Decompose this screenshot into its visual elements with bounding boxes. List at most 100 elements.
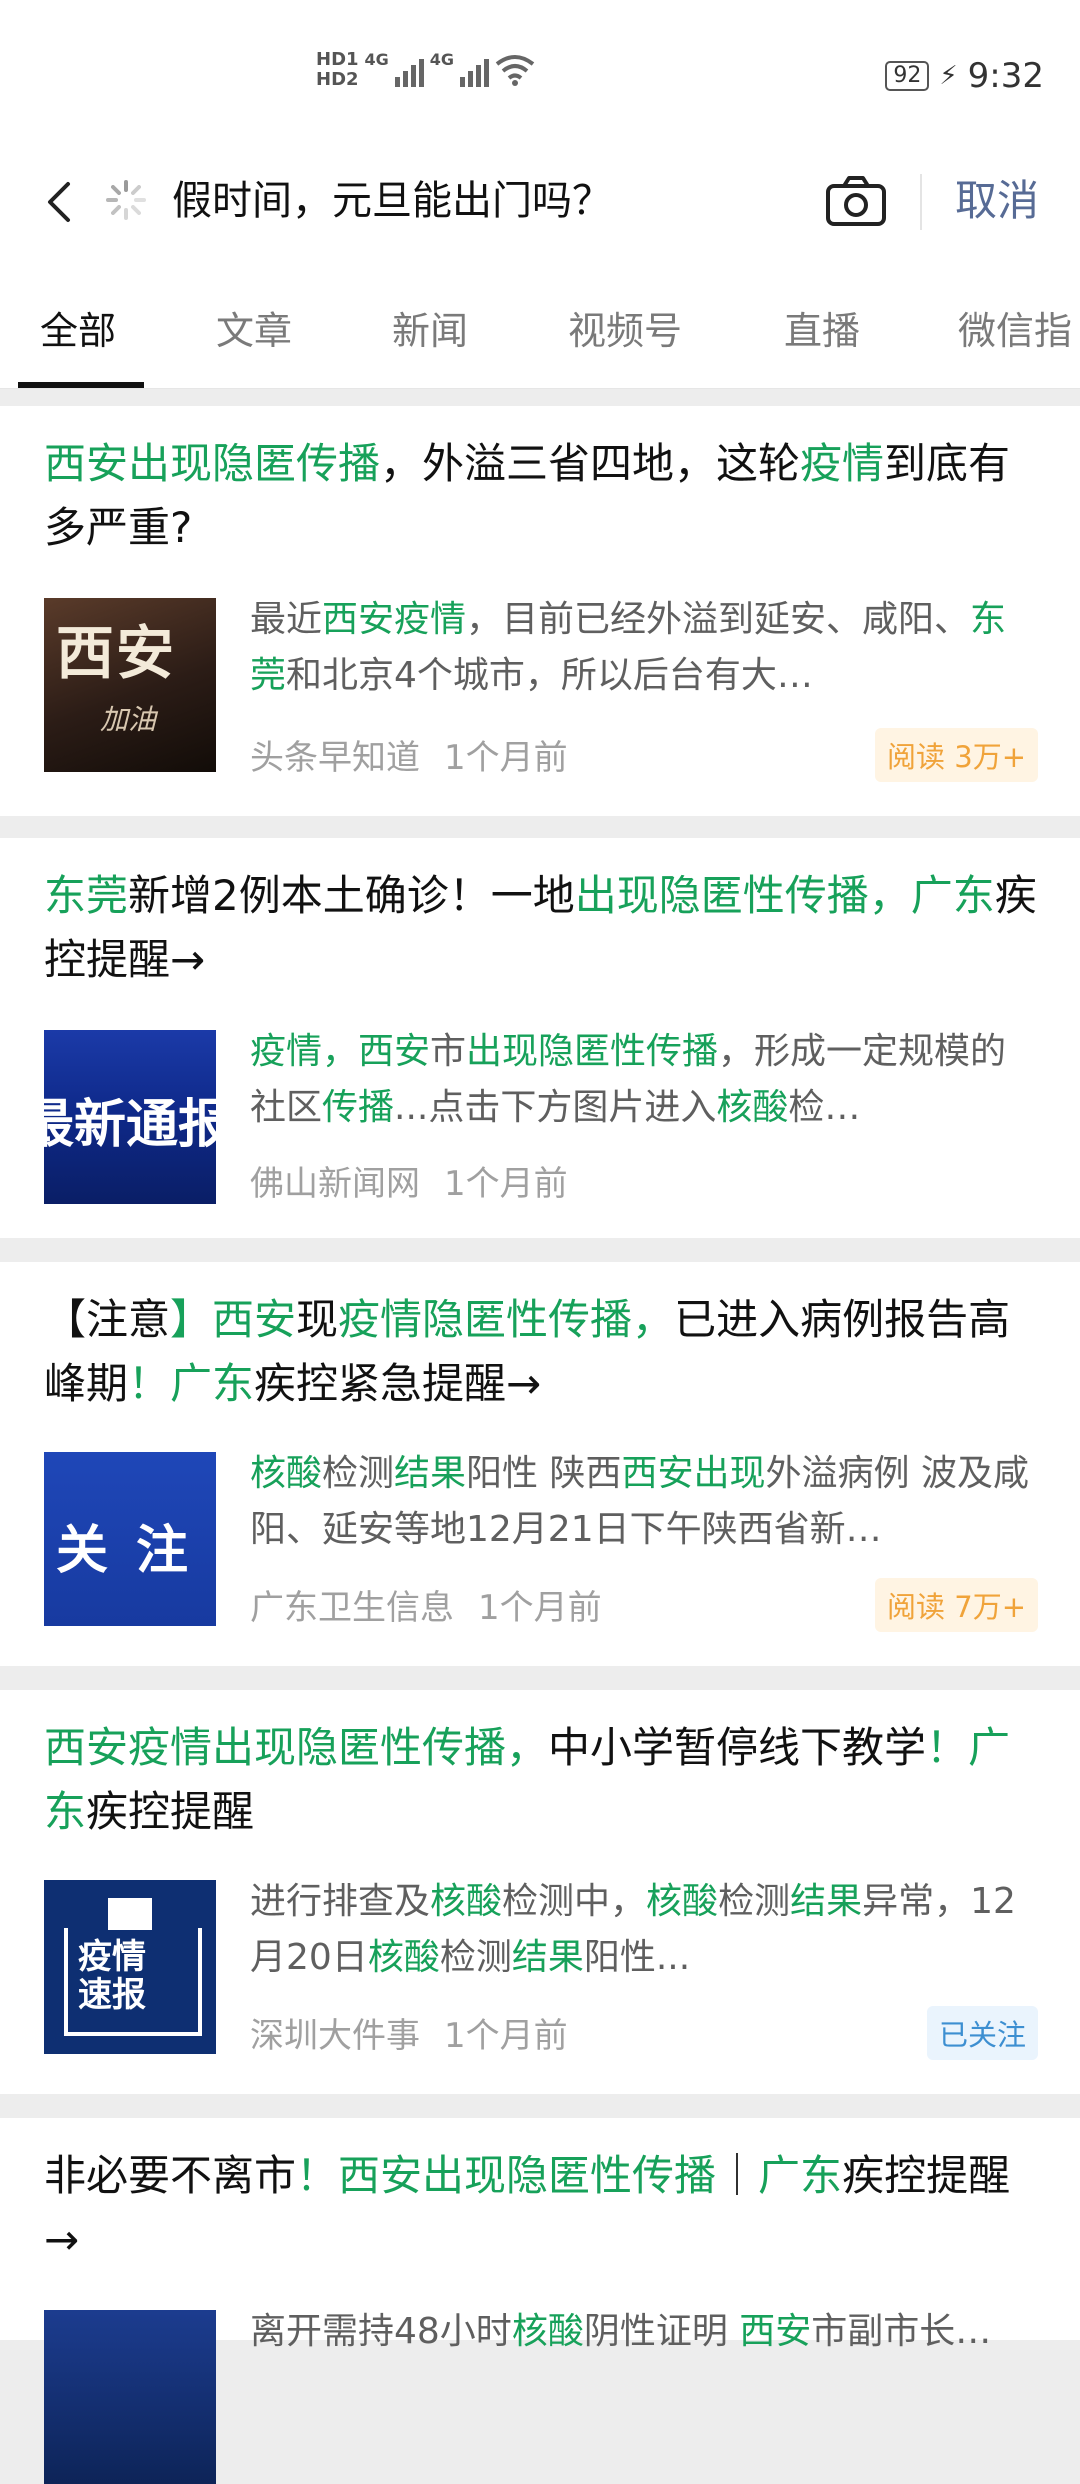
wifi-icon bbox=[495, 55, 535, 86]
text-segment: 新增2例本土确诊！一地 bbox=[128, 871, 575, 920]
hd2-icon: HD2 bbox=[316, 69, 359, 90]
status-icons-right: 92 ⚡ 9:32 bbox=[885, 56, 1044, 96]
result-title[interactable]: 西安出现隐匿传播，外溢三省四地，这轮疫情到底有多严重? bbox=[44, 432, 1044, 560]
text-segment: ...点击下方图片进入 bbox=[394, 1087, 717, 1128]
highlight-keyword: ！广东 bbox=[128, 1359, 255, 1408]
text-segment: 离开需持48小时 bbox=[250, 2311, 512, 2352]
highlight-keyword: 西安出现隐匿传播 bbox=[44, 439, 381, 488]
text-segment: 疾控提醒 bbox=[86, 1787, 255, 1836]
result-title[interactable]: 西安疫情出现隐匿性传播，中小学暂停线下教学！广东疾控提醒 bbox=[44, 1716, 1044, 1844]
camera-icon[interactable] bbox=[822, 170, 890, 234]
back-arrow-icon[interactable] bbox=[32, 172, 92, 232]
highlight-keyword: 传播 bbox=[322, 1087, 395, 1128]
search-bar: 假时间，元旦能出门吗？ 取消 bbox=[0, 150, 1080, 259]
result-title[interactable]: 东莞新增2例本土确诊！一地出现隐匿性传播，广东疾控提醒→ bbox=[44, 864, 1044, 992]
highlight-keyword: 广东 bbox=[758, 2151, 843, 2200]
tab-live[interactable]: 直播 bbox=[784, 300, 860, 355]
cancel-button[interactable]: 取消 bbox=[955, 168, 1039, 234]
result-snippet: 疫情，西安市出现隐匿性传播，形成一定规模的社区传播...点击下方图片进入核酸检… bbox=[250, 1024, 1030, 1136]
thumb-text: 最新通报 bbox=[44, 1095, 216, 1155]
thumb-text: 疫情速报 bbox=[78, 1937, 146, 2015]
text-segment: 【注意 bbox=[44, 1295, 171, 1344]
highlight-keyword: 西安 bbox=[739, 2311, 812, 2352]
result-meta: 广东卫生信息 1个月前 bbox=[250, 1580, 602, 1629]
text-segment: 最近 bbox=[250, 599, 323, 640]
result-source[interactable]: 佛山新闻网 bbox=[250, 1164, 420, 1204]
filter-tabs: 全部 文章 新闻 视频号 直播 微信指 bbox=[0, 258, 1080, 389]
result-thumbnail: 关注 bbox=[44, 1452, 216, 1626]
highlight-keyword: ！西安出现隐匿性传播 bbox=[296, 2151, 717, 2200]
read-count-badge: 阅读 3万+ bbox=[875, 728, 1038, 782]
thumb-text: 关注 bbox=[56, 1521, 216, 1581]
thumb-text: 西安 bbox=[56, 619, 177, 687]
text-segment: 阴性证明 bbox=[583, 2311, 740, 2352]
text-segment: ，外溢三省四地，这轮 bbox=[380, 439, 801, 488]
text-segment: ，目前已经外溢到延安、咸阳、 bbox=[466, 599, 971, 640]
result-card[interactable]: 非必要不离市！西安出现隐匿性传播｜广东疾控提醒→ 离开需持48小时核酸阴性证明 … bbox=[0, 2118, 1080, 2484]
highlight-keyword: 核酸 bbox=[646, 1881, 719, 1922]
result-card[interactable]: 东莞新增2例本土确诊！一地出现隐匿性传播，广东疾控提醒→ 最新通报 疫情，西安市… bbox=[0, 838, 1080, 1238]
text-segment: 检测中， bbox=[502, 1881, 647, 1922]
highlight-keyword: 核酸 bbox=[367, 1937, 440, 1978]
highlight-keyword: 出现隐匿性传播 bbox=[466, 1031, 719, 1072]
text-segment: 和北京4个城市，所以后台有大… bbox=[286, 655, 813, 696]
text-segment: 非必要不离市 bbox=[44, 2151, 297, 2200]
text-segment: 阳性... bbox=[583, 1937, 691, 1978]
text-segment: 检测 bbox=[439, 1937, 512, 1978]
4g-label-2: 4G bbox=[429, 50, 455, 69]
result-card[interactable]: 西安疫情出现隐匿性传播，中小学暂停线下教学！广东疾控提醒 疫情速报 进行排查及核… bbox=[0, 1690, 1080, 2094]
highlight-keyword: 疫情 bbox=[800, 439, 885, 488]
highlight-keyword: 结果 bbox=[394, 1453, 467, 1494]
highlight-keyword: 结果 bbox=[790, 1881, 863, 1922]
result-source[interactable]: 广东卫生信息 bbox=[250, 1588, 454, 1628]
highlight-keyword: 西安疫情 bbox=[322, 599, 467, 640]
highlight-keyword: 核酸 bbox=[250, 1453, 323, 1494]
charging-icon: ⚡ bbox=[939, 61, 958, 91]
highlight-keyword: 】西安 bbox=[170, 1295, 297, 1344]
thumb-subtext: 加油 bbox=[100, 703, 157, 736]
tab-all[interactable]: 全部 bbox=[40, 300, 116, 355]
highlight-keyword: 核酸 bbox=[716, 1087, 789, 1128]
status-icons-left: HD1 HD2 4G 4G bbox=[316, 50, 535, 90]
result-title[interactable]: 非必要不离市！西安出现隐匿性传播｜广东疾控提醒→ bbox=[44, 2144, 1044, 2272]
highlight-keyword: 核酸 bbox=[430, 1881, 503, 1922]
result-thumbnail: 最新通报 bbox=[44, 1030, 216, 1204]
result-time: 1个月前 bbox=[444, 738, 568, 778]
search-input[interactable]: 假时间，元旦能出门吗？ bbox=[172, 170, 612, 232]
text-segment: 市 bbox=[430, 1031, 467, 1072]
highlight-keyword: 核酸 bbox=[511, 2311, 584, 2352]
highlight-keyword: 疫情隐匿性传播， bbox=[338, 1295, 675, 1344]
result-snippet: 离开需持48小时核酸阴性证明 西安市副市长… bbox=[250, 2304, 1030, 2416]
text-segment: 检… bbox=[788, 1087, 861, 1128]
loading-spinner-icon bbox=[106, 180, 146, 220]
highlight-keyword: 西安出现 bbox=[621, 1453, 766, 1494]
active-tab-indicator bbox=[18, 382, 144, 388]
result-snippet: 最近西安疫情，目前已经外溢到延安、咸阳、东莞和北京4个城市，所以后台有大… bbox=[250, 592, 1030, 704]
text-segment: 疾控紧急提醒→ bbox=[254, 1359, 542, 1408]
result-source[interactable]: 头条早知道 bbox=[250, 738, 420, 778]
text-segment: ｜ bbox=[716, 2151, 759, 2200]
battery-icon: 92 bbox=[885, 61, 930, 91]
tab-channels[interactable]: 视频号 bbox=[568, 300, 682, 355]
4g-label: 4G bbox=[364, 50, 389, 69]
result-source[interactable]: 深圳大件事 bbox=[250, 2016, 420, 2056]
media-logo-icon bbox=[108, 1898, 152, 1930]
hd-indicators: HD1 HD2 bbox=[316, 50, 359, 90]
text-segment: 阳性 陕西 bbox=[466, 1453, 622, 1494]
result-thumbnail bbox=[44, 2310, 216, 2484]
result-thumbnail: 西安 加油 bbox=[44, 598, 216, 772]
tab-news[interactable]: 新闻 bbox=[392, 300, 468, 355]
clock: 9:32 bbox=[967, 56, 1044, 96]
highlight-keyword: 出现隐匿性传播，广东 bbox=[574, 871, 995, 920]
result-card[interactable]: 西安出现隐匿传播，外溢三省四地，这轮疫情到底有多严重? 西安 加油 最近西安疫情… bbox=[0, 406, 1080, 816]
result-snippet: 进行排查及核酸检测中，核酸检测结果异常，12月20日核酸检测结果阳性... bbox=[250, 1874, 1030, 1986]
divider bbox=[920, 174, 922, 230]
result-meta: 头条早知道 1个月前 bbox=[250, 730, 568, 779]
followed-badge: 已关注 bbox=[926, 2006, 1038, 2060]
tab-articles[interactable]: 文章 bbox=[216, 300, 292, 355]
signal-icon bbox=[394, 53, 424, 87]
result-card[interactable]: 【注意】西安现疫情隐匿性传播，已进入病例报告高峰期！广东疾控紧急提醒→ 关注 核… bbox=[0, 1262, 1080, 1666]
tab-wechat-index[interactable]: 微信指 bbox=[958, 300, 1072, 355]
read-count-badge: 阅读 7万+ bbox=[875, 1578, 1038, 1632]
result-title[interactable]: 【注意】西安现疫情隐匿性传播，已进入病例报告高峰期！广东疾控紧急提醒→ bbox=[44, 1288, 1044, 1416]
